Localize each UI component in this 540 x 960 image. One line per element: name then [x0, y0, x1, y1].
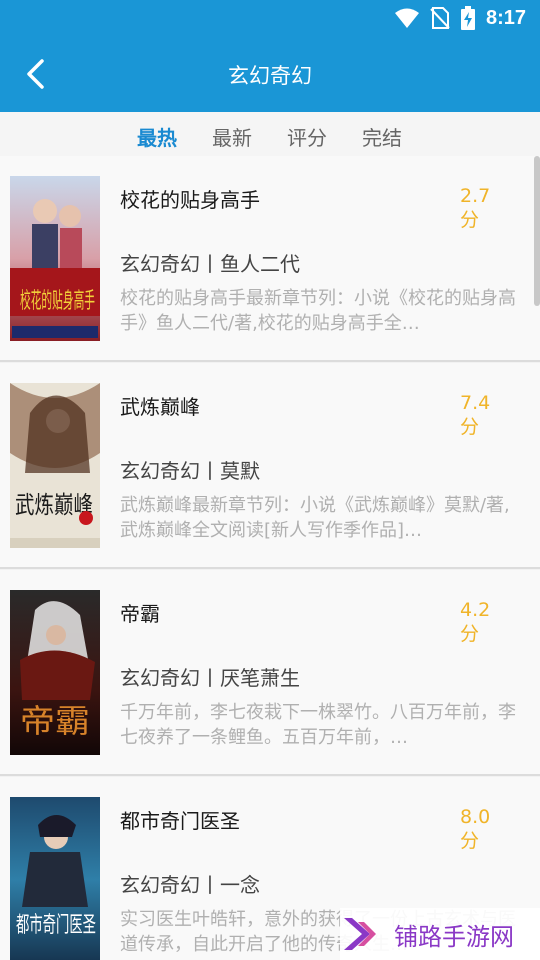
- score-unit: 分: [460, 416, 480, 438]
- score-unit: 分: [460, 623, 480, 645]
- no-sim-icon: [430, 7, 450, 29]
- tab-completed[interactable]: 完结: [362, 122, 402, 151]
- battery-charging-icon: [460, 6, 475, 30]
- book-description: 武炼巅峰最新章节列：小说《武炼巅峰》莫默/著,武炼巅峰全文阅读[新人写作季作品]…: [120, 495, 510, 541]
- book-score: 8.0 分: [460, 805, 520, 853]
- status-icons: 8:17: [394, 6, 526, 30]
- watermark-logo-icon: [344, 918, 376, 950]
- book-score: 4.2 分: [460, 598, 520, 646]
- book-score: 7.4 分: [460, 391, 520, 439]
- clock: 8:17: [485, 6, 526, 29]
- score-value: 8.0: [460, 806, 491, 828]
- tab-rating[interactable]: 评分: [287, 122, 327, 151]
- book-title: 帝霸: [120, 602, 160, 626]
- book-cover: 帝霸: [10, 590, 100, 755]
- tab-newest[interactable]: 最新: [212, 122, 252, 151]
- watermark-text: 铺路手游网: [394, 922, 514, 951]
- score-value: 4.2: [460, 599, 491, 621]
- book-category-author: 玄幻奇幻丨莫默: [120, 459, 260, 483]
- scrollbar[interactable]: [534, 156, 540, 306]
- score-value: 7.4: [460, 392, 491, 414]
- book-description: 千万年前，李七夜栽下一株翠竹。八百万年前，李七夜养了一条鲤鱼。五百万年前，…: [120, 702, 516, 748]
- book-title: 都市奇门医圣: [120, 809, 240, 833]
- book-description: 校花的贴身高手最新章节列：小说《校花的贴身高手》鱼人二代/著,校花的贴身高手全…: [120, 288, 516, 334]
- cover-title-art: 校花的贴身高手: [20, 289, 95, 314]
- cover-title-art: 都市奇门医圣: [16, 913, 96, 938]
- book-category-author: 玄幻奇幻丨厌笔萧生: [120, 666, 300, 690]
- book-category-author: 玄幻奇幻丨一念: [120, 873, 260, 897]
- book-item[interactable]: 武炼巅峰 武炼巅峰 7.4 分 玄幻奇幻丨莫默 武炼巅峰最新章节列：小说《武炼巅…: [0, 363, 540, 569]
- book-list: 校花的贴身高手 校花的贴身高手 2.7 分 玄幻奇幻丨鱼人二代 校花的贴身高手最…: [0, 156, 540, 960]
- app-bar: 玄幻奇幻: [0, 36, 540, 112]
- score-value: 2.7: [460, 185, 491, 207]
- book-cover: 校花的贴身高手: [10, 176, 100, 341]
- book-category-author: 玄幻奇幻丨鱼人二代: [120, 252, 300, 276]
- book-item[interactable]: 校花的贴身高手 校花的贴身高手 2.7 分 玄幻奇幻丨鱼人二代 校花的贴身高手最…: [0, 156, 540, 362]
- watermark: 铺路手游网: [340, 908, 540, 960]
- book-title: 校花的贴身高手: [120, 188, 260, 212]
- book-cover: 都市奇门医圣: [10, 797, 100, 960]
- book-item[interactable]: 帝霸 帝霸 4.2 分 玄幻奇幻丨厌笔萧生 千万年前，李七夜栽下一株翠竹。八百万…: [0, 570, 540, 776]
- book-title: 武炼巅峰: [120, 395, 200, 419]
- page-title: 玄幻奇幻: [228, 64, 312, 88]
- wifi-icon: [394, 8, 419, 28]
- score-unit: 分: [460, 209, 480, 231]
- status-bar: 8:17: [0, 0, 540, 36]
- book-cover: 武炼巅峰: [10, 383, 100, 548]
- tab-hottest[interactable]: 最热: [137, 122, 177, 151]
- score-unit: 分: [460, 830, 480, 852]
- cover-title-art: 帝霸: [20, 702, 90, 740]
- sort-tabs: 最热 最新 评分 完结: [0, 112, 540, 156]
- book-score: 2.7 分: [460, 184, 520, 232]
